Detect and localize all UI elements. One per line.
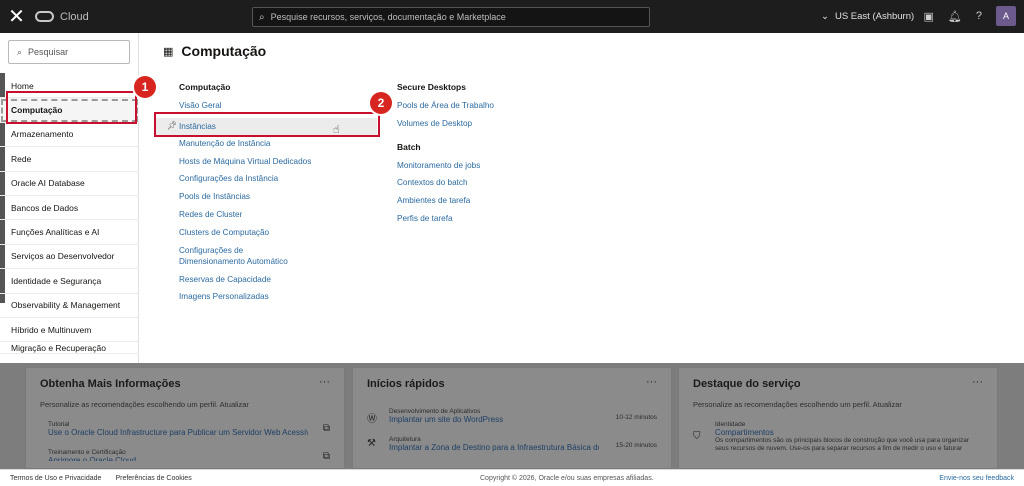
- row-description: Os compartimentos são os principais bloc…: [715, 437, 969, 452]
- menu-search-placeholder: Pesquisar: [28, 47, 69, 57]
- external-link-icon[interactable]: ⧉: [323, 423, 330, 434]
- menu-item-oracle-ai-database[interactable]: Oracle AI Database: [0, 172, 139, 196]
- menu-item-servicos-desenvolvedor[interactable]: Serviços ao Desenvolvedor: [0, 245, 139, 270]
- architecture-tool-icon: ⚒: [367, 438, 376, 449]
- dashboard-backdrop: Obtenha Mais Informações ··· Personalize…: [0, 363, 1024, 469]
- card-learn-more-sub: Personalize as recomendações escolhendo …: [40, 400, 249, 409]
- link-volumes-desktop[interactable]: Volumes de Desktop: [397, 118, 597, 136]
- card-quick-starts: Inícios rápidos ··· Ⓦ Desenvolvimento de…: [352, 367, 672, 469]
- compute-heading: Computação: [179, 82, 231, 92]
- footer-feedback-link[interactable]: Envie-nos seu feedback: [939, 475, 1014, 482]
- card-learn-more-title: Obtenha Mais Informações: [40, 378, 181, 390]
- link-redes-cluster[interactable]: Redes de Cluster: [179, 209, 379, 227]
- card-learn-more-row-2[interactable]: Treinamento e Certificação Aprimore o Or…: [40, 449, 330, 462]
- secure-desktops-heading: Secure Desktops: [397, 82, 466, 92]
- more-options-icon[interactable]: ···: [646, 376, 657, 388]
- menu-item-hibrido-multinuvem[interactable]: Híbrido e Multinuvem: [0, 318, 139, 343]
- row-category: Treinamento e Certificação: [48, 449, 126, 456]
- card-service-highlight-title: Destaque do serviço: [693, 378, 801, 390]
- row-link[interactable]: Use o Oracle Cloud Infrastructure para P…: [48, 428, 308, 437]
- left-menu-rail: ⌕ Pesquisar Home Computação Armazenament…: [0, 33, 139, 363]
- annotation-box-1: [6, 91, 137, 124]
- menu-search-input[interactable]: ⌕ Pesquisar: [8, 40, 130, 64]
- close-icon: ✕: [8, 6, 25, 28]
- batch-heading: Batch: [397, 141, 421, 152]
- link-monitoramento-jobs[interactable]: Monitoramento de jobs: [397, 160, 597, 178]
- link-clusters-computacao[interactable]: Clusters de Computação: [179, 227, 379, 245]
- annotation-badge-2: 2: [370, 92, 392, 114]
- shield-icon: ⛉: [693, 431, 701, 442]
- link-configuracoes-instancia[interactable]: Configurações da Instância: [179, 173, 379, 191]
- brand-logo[interactable]: Cloud: [35, 11, 89, 23]
- card-learn-more: Obtenha Mais Informações ··· Personalize…: [25, 367, 345, 469]
- page-title: ▦ Computação: [163, 43, 266, 59]
- region-label: US East (Ashburn): [834, 11, 915, 22]
- link-hosts-vm-dedicados[interactable]: Hosts de Máquina Virtual Dedicados: [179, 156, 379, 174]
- help-icon[interactable]: ?: [976, 10, 982, 22]
- cloud-shell-icon[interactable]: ▣: [924, 10, 934, 23]
- menu-item-identidade-seguranca[interactable]: Identidade e Segurança: [0, 269, 139, 294]
- compute-chip-icon: ▦: [163, 45, 174, 58]
- link-pools-area-trabalho[interactable]: Pools de Área de Trabalho: [397, 100, 597, 118]
- card-quick-starts-title: Inícios rápidos: [367, 378, 445, 390]
- search-icon: ⌕: [17, 46, 23, 57]
- global-search-input[interactable]: ⌕ Pesquise recursos, serviços, documenta…: [252, 7, 650, 27]
- more-options-icon[interactable]: ···: [319, 376, 330, 388]
- footer-cookies-link[interactable]: Preferências de Cookies: [115, 475, 191, 482]
- row-link[interactable]: Compartimentos: [715, 428, 983, 437]
- oracle-logo-icon: [35, 11, 54, 22]
- footer: Termos de Uso e Privacidade Preferências…: [0, 469, 1024, 486]
- menu-item-bancos-de-dados[interactable]: Bancos de Dados: [0, 196, 139, 221]
- close-menu-button[interactable]: ✕: [0, 0, 33, 33]
- top-icons: ▣ 🔔︎ ? A: [924, 6, 1016, 26]
- link-ambientes-tarefa[interactable]: Ambientes de tarefa: [397, 195, 597, 213]
- quick-start-row-1[interactable]: Ⓦ Desenvolvimento de Aplicativos Implant…: [367, 408, 657, 425]
- secure-desktops-column: Secure Desktops Pools de Área de Trabalh…: [397, 82, 597, 231]
- footer-terms-link[interactable]: Termos de Uso e Privacidade: [10, 475, 101, 482]
- chevron-down-icon: ⌄: [821, 11, 829, 22]
- card-service-highlight: Destaque do serviço ··· Personalize as r…: [678, 367, 998, 469]
- link-reservas-capacidade[interactable]: Reservas de Capacidade: [179, 274, 379, 292]
- footer-copyright: Copyright © 2026, Oracle e/ou suas empre…: [480, 474, 654, 482]
- link-perfis-tarefa[interactable]: Perfis de tarefa: [397, 213, 597, 231]
- region-selector[interactable]: ⌄ US East (Ashburn): [821, 11, 914, 22]
- row-duration: 10-12 minutos: [615, 414, 657, 421]
- menu-item-migracao[interactable]: Migração e Recuperação: [0, 342, 139, 355]
- row-duration: 15-20 minutos: [615, 442, 657, 449]
- row-link[interactable]: Aprimore o Oracle Cloud: [48, 456, 330, 461]
- top-bar: ✕ Cloud ⌕ Pesquise recursos, serviços, d…: [0, 0, 1024, 33]
- row-category: Identidade: [715, 421, 746, 428]
- annotation-box-2: [154, 112, 380, 137]
- avatar[interactable]: A: [996, 6, 1016, 26]
- more-options-icon[interactable]: ···: [972, 376, 983, 388]
- menu-item-armazenamento[interactable]: Armazenamento: [0, 123, 139, 148]
- link-imagens-personalizadas[interactable]: Imagens Personalizadas: [179, 291, 379, 309]
- annotation-badge-1: 1: [134, 76, 156, 98]
- link-contextos-batch[interactable]: Contextos do batch: [397, 177, 597, 195]
- navigation-menu-panel: ⌕ Pesquisar Home Computação Armazenament…: [0, 33, 1024, 363]
- menu-item-observability[interactable]: Observability & Management: [0, 294, 139, 318]
- link-dimensionamento-automatico[interactable]: Configurações de Dimensionamento Automát…: [179, 245, 309, 274]
- brand-label: Cloud: [60, 10, 89, 23]
- external-link-icon[interactable]: ⧉: [323, 451, 330, 462]
- hand-cursor-icon: ☝︎: [333, 124, 340, 136]
- row-category: Tutorial: [48, 421, 70, 428]
- menu-item-funcoes-analiticas[interactable]: Funções Analíticas e AI: [0, 220, 139, 245]
- card-learn-more-row-1[interactable]: Tutorial Use o Oracle Cloud Infrastructu…: [40, 421, 330, 437]
- row-link[interactable]: Implantar a Zona de Destino para a Infra…: [389, 443, 599, 452]
- card-service-highlight-sub: Personalize as recomendações escolhendo …: [693, 400, 902, 409]
- service-highlight-row[interactable]: ⛉ Identidade Compartimentos Os compartim…: [693, 421, 983, 453]
- link-pools-instancias[interactable]: Pools de Instâncias: [179, 191, 379, 209]
- wordpress-icon: Ⓦ: [367, 414, 377, 425]
- quick-start-row-2[interactable]: ⚒ Arquitetura Implantar a Zona de Destin…: [367, 436, 657, 452]
- global-search-placeholder: Pesquise recursos, serviços, documentaçã…: [270, 12, 506, 22]
- menu-item-rede[interactable]: Rede: [0, 147, 139, 172]
- link-manutencao-instancia[interactable]: Manutenção de Instância: [179, 138, 379, 156]
- search-icon: ⌕: [259, 11, 265, 23]
- page-title-text: Computação: [181, 43, 267, 59]
- notifications-bell-icon[interactable]: 🔔︎: [948, 10, 962, 23]
